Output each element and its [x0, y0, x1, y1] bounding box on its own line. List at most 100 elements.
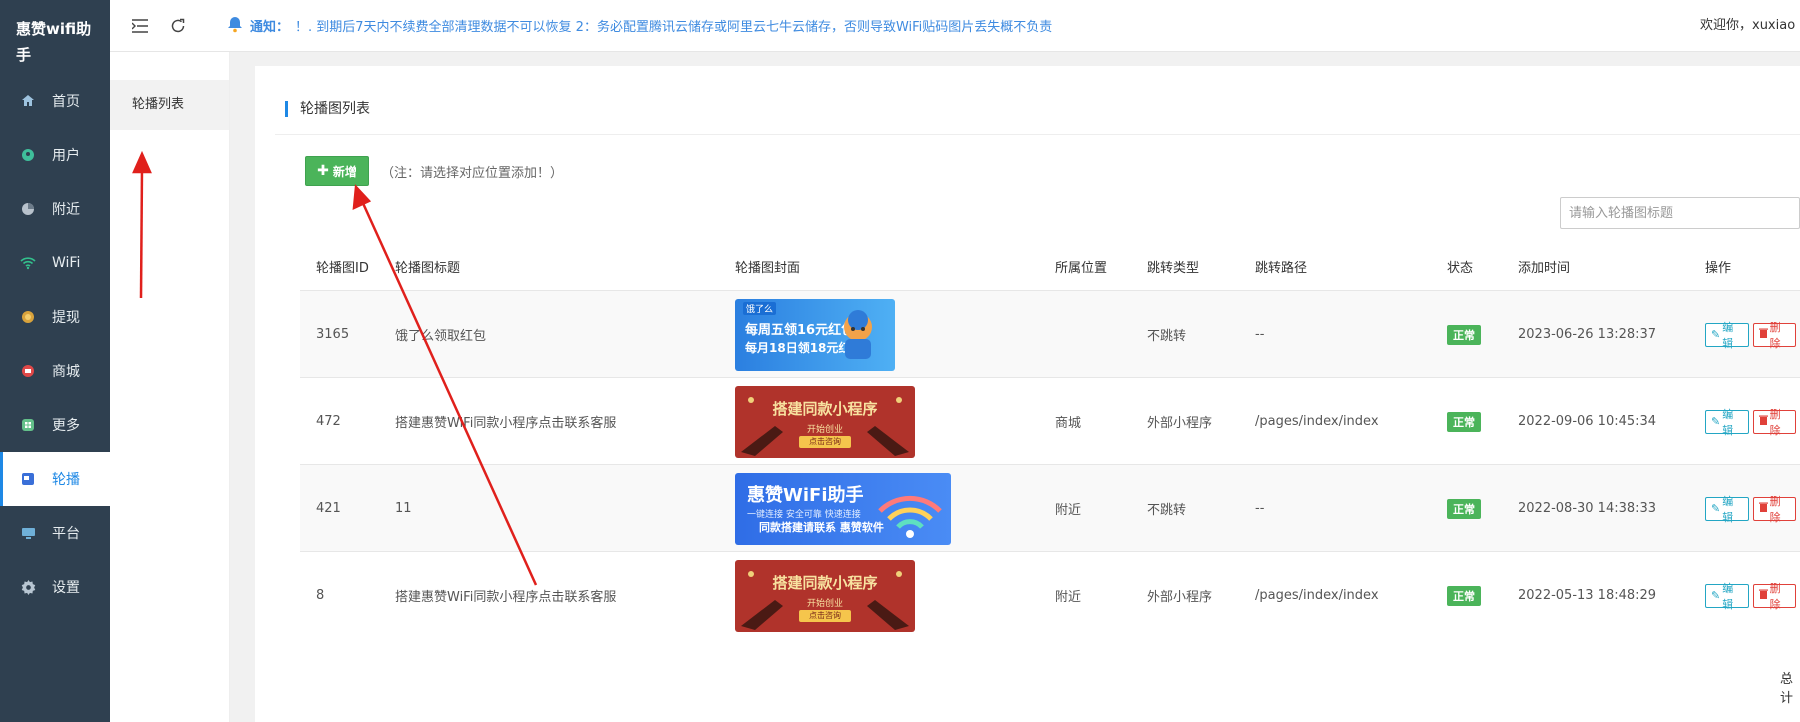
cell-position-text: 商城 [1055, 416, 1082, 431]
edit-label: 编辑 [1722, 407, 1734, 437]
cell-jump-type: 不跳转 [1147, 291, 1186, 378]
edit-label: 编辑 [1722, 581, 1734, 611]
sidebar-item-8[interactable]: 平台 [0, 506, 110, 560]
column-header: 跳转路径 [1255, 261, 1308, 276]
sidebar-item-1[interactable]: 用户 [0, 128, 110, 182]
sidebar-item-4[interactable]: 提现 [0, 290, 110, 344]
sidebar-item-6[interactable]: 更多 [0, 398, 110, 452]
delete-button[interactable]: 删除 [1752, 321, 1796, 350]
sub-sidebar: 轮播 轮播列表 [110, 0, 230, 722]
cover-sub2: 同款搭建请联系 惠赞软件 [759, 520, 884, 534]
edit-label: 编辑 [1722, 320, 1734, 350]
edit-button[interactable]: ✎ 编辑 [1705, 321, 1749, 350]
total-count: 总计 [1780, 672, 1794, 706]
table-body: 3165 饿了么领取红包 饿了么 每周五领16元红包 每月18日领18元红包 不跳转 -- 正… [300, 290, 1800, 638]
cell-path: -- [1255, 291, 1264, 378]
top-bar: 通知： ！. 到期后7天内不续费全部清理数据不可以恢复 2：务必配置腾讯云储存或… [110, 0, 1800, 52]
subnav-item-carousel-list[interactable]: 轮播列表 [110, 80, 229, 130]
cover-mascot-icon [835, 307, 881, 367]
cell-path: /pages/index/index [1255, 552, 1379, 639]
status-badge: 正常 [1447, 411, 1481, 432]
delete-button[interactable]: 删除 [1752, 495, 1796, 524]
cell-id: 472 [316, 378, 341, 465]
platform-icon [20, 525, 36, 541]
brand-title: 惠赞wifi助手 [16, 20, 92, 64]
edit-button[interactable]: ✎ 编辑 [1705, 582, 1749, 611]
sidebar-item-label: 更多 [52, 418, 80, 434]
table-row: 472 搭建惠赞WiFi同款小程序点击联系客服 搭建同款小程序 开始创业 点击咨询 商城 外… [300, 377, 1800, 464]
cover-brand: 饿了么 [743, 301, 777, 315]
notice-bar: 通知： ！. 到期后7天内不续费全部清理数据不可以恢复 2：务必配置腾讯云储存或… [226, 15, 1052, 37]
sidebar-item-7[interactable]: 轮播 [0, 452, 110, 506]
table-row: 8 搭建惠赞WiFi同款小程序点击联系客服 搭建同款小程序 开始创业 点击咨询 附近 外部小… [300, 551, 1800, 638]
delete-label: 删除 [1769, 407, 1781, 437]
sidebar-item-0[interactable]: 首页 [0, 74, 110, 128]
cell-path-text: -- [1255, 501, 1265, 516]
search-input[interactable] [1560, 197, 1800, 229]
notice-label: 通知： [250, 20, 290, 35]
sidebar-item-9[interactable]: 设置 [0, 560, 110, 614]
sidebar-item-label: 用户 [52, 148, 80, 164]
status-badge: 正常 [1447, 324, 1481, 345]
home-icon [20, 93, 36, 109]
cell-position-text: 附近 [1055, 503, 1082, 518]
add-button-label: 新增 [332, 164, 357, 179]
cell-path: /pages/index/index [1255, 378, 1379, 465]
cover-hands-icon [735, 386, 915, 458]
add-carousel-button[interactable]: ✚ 新增 [305, 156, 369, 186]
gear-icon [20, 579, 36, 595]
cover-wifi-icon [875, 481, 945, 545]
cover-hands-icon [735, 560, 915, 632]
refresh-icon[interactable] [170, 18, 186, 34]
trash-icon [1758, 589, 1770, 602]
status-badge: 正常 [1447, 498, 1481, 519]
cell-status: 正常 [1447, 291, 1481, 378]
menu-collapse-icon[interactable] [132, 18, 148, 34]
cell-position: 商城 [1055, 378, 1081, 465]
cell-position-text: 附近 [1055, 590, 1082, 605]
cell-title-text: 搭建惠赞WiFi同款小程序点击联系客服 [395, 416, 617, 431]
welcome-user[interactable]: 欢迎你，xuxiao [1700, 0, 1800, 52]
plus-icon: ✚ [317, 163, 329, 179]
delete-button[interactable]: 删除 [1752, 582, 1796, 611]
column-header: 操作 [1705, 261, 1732, 276]
table-row: 421 11 惠赞WiFi助手 一键连接 安全可靠 快速连接 同款搭建请联系 惠赞软件 附… [300, 464, 1800, 551]
cover-image: 搭建同款小程序 开始创业 点击咨询 [735, 559, 915, 632]
withdraw-icon [20, 309, 36, 325]
cell-id: 421 [316, 465, 341, 552]
cell-title-text: 11 [395, 501, 412, 516]
trash-icon [1758, 328, 1770, 341]
cell-jump-type: 不跳转 [1147, 465, 1186, 552]
cell-time-text: 2022-09-06 10:45:34 [1518, 414, 1657, 429]
sidebar-item-5[interactable]: 商城 [0, 344, 110, 398]
cell-time-text: 2023-06-26 13:28:37 [1518, 327, 1657, 342]
cell-path-text: /pages/index/index [1255, 414, 1379, 429]
edit-button[interactable]: ✎ 编辑 [1705, 408, 1749, 437]
cell-position: 附近 [1055, 552, 1081, 639]
sidebar-item-3[interactable]: WiFi [0, 236, 110, 290]
cell-title: 搭建惠赞WiFi同款小程序点击联系客服 [395, 552, 616, 639]
cell-time: 2023-06-26 13:28:37 [1518, 291, 1656, 378]
table-header: 轮播图ID 轮播图标题 轮播图封面 所属位置 跳转类型 跳转路径 状态 添加时间 操作 [300, 247, 1800, 290]
column-header: 轮播图标题 [395, 261, 461, 276]
sidebar-item-label: 提现 [52, 310, 80, 326]
trash-icon [1758, 415, 1770, 428]
title-divider [275, 134, 1800, 135]
cell-id-text: 8 [316, 588, 325, 603]
edit-button[interactable]: ✎ 编辑 [1705, 495, 1749, 524]
cell-title: 11 [395, 465, 412, 552]
sidebar-item-label: 平台 [52, 526, 80, 542]
cell-actions: ✎ 编辑 删除 [1705, 465, 1800, 552]
sidebar-item-2[interactable]: 附近 [0, 182, 110, 236]
sidebar-nav: 首页用户附近 WiFi 提现商城更多轮播平台设置 [0, 74, 110, 614]
cell-actions: ✎ 编辑 删除 [1705, 552, 1800, 639]
delete-button[interactable]: 删除 [1752, 408, 1796, 437]
column-header: 轮播图封面 [735, 261, 801, 276]
cover-image: 搭建同款小程序 开始创业 点击咨询 [735, 385, 915, 458]
cell-cover: 饿了么 每周五领16元红包 每月18日领18元红包 [735, 291, 895, 378]
column-header: 所属位置 [1055, 261, 1108, 276]
cell-jump-type-text: 外部小程序 [1147, 416, 1213, 431]
pencil-icon: ✎ [1711, 502, 1721, 515]
user-icon [20, 147, 36, 163]
pencil-icon: ✎ [1711, 328, 1721, 341]
